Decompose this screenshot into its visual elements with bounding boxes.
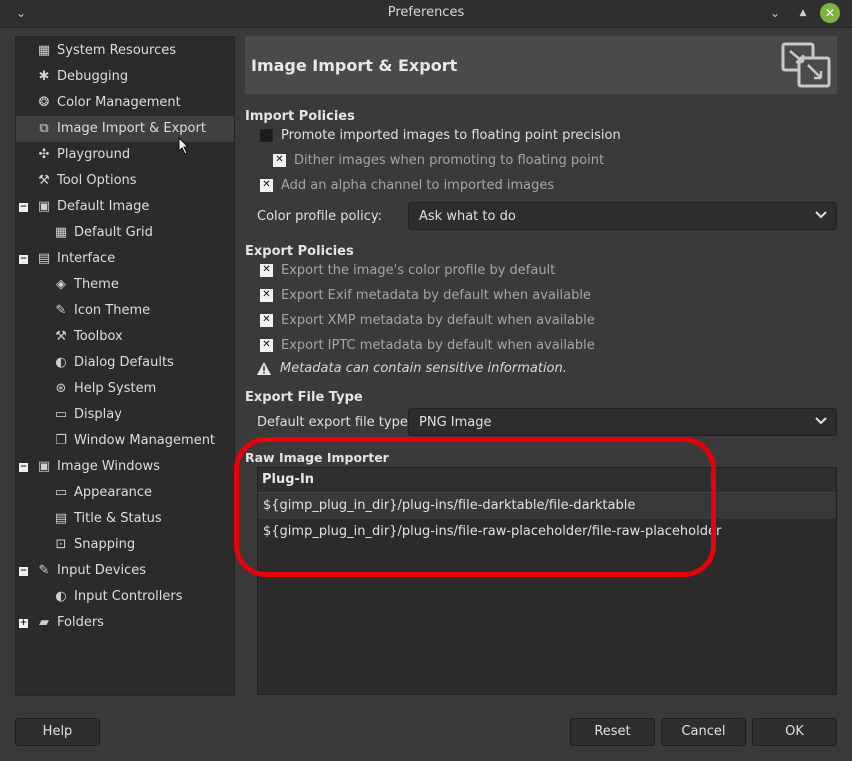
reset-button[interactable]: Reset (570, 718, 655, 746)
warning-icon (257, 362, 271, 375)
sidebar-item-snapping[interactable]: ⊡ Snapping (16, 532, 234, 558)
dither-row[interactable]: Dither images when promoting to floating… (273, 153, 604, 168)
collapse-icon[interactable]: − (19, 255, 28, 264)
sidebar-item-system-resources[interactable]: ▦ System Resources (16, 38, 234, 64)
theme-icon: ◈ (56, 277, 66, 292)
default-export-file-type-select[interactable]: PNG Image (408, 408, 837, 436)
export-exif-row[interactable]: Export Exif metadata by default when ava… (260, 288, 591, 303)
title-bar: ⌄ Preferences ⌄ ▲ ✕ (0, 0, 852, 28)
sidebar-item-dialog-defaults[interactable]: ◐ Dialog Defaults (16, 350, 234, 376)
help-button[interactable]: Help (15, 718, 100, 746)
pinwheel-icon: ✣ (38, 147, 50, 162)
sidebar-item-toolbox[interactable]: ⚒ Toolbox (16, 324, 234, 350)
export-xmp-checkbox[interactable] (260, 313, 273, 327)
tool-options-icon: ⚒ (38, 173, 50, 188)
list-item[interactable]: ${gimp_plug_in_dir}/plug-ins/file-darkta… (258, 493, 836, 519)
chevron-down-icon (815, 417, 827, 425)
sidebar-item-folders[interactable]: + ▰ Folders (16, 610, 234, 636)
appearance-icon: ▭ (54, 485, 68, 500)
image-windows-icon: ▣ (37, 459, 51, 474)
sidebar-item-default-grid[interactable]: ▦ Default Grid (16, 220, 234, 246)
maximize-icon[interactable]: ▲ (794, 4, 812, 22)
expand-icon[interactable]: + (19, 619, 28, 628)
input-controllers-icon: ◐ (55, 589, 67, 604)
collapse-icon[interactable]: − (19, 203, 28, 212)
title-status-icon: ▤ (54, 511, 68, 526)
sidebar-item-help-system[interactable]: ⊛ Help System (16, 376, 234, 402)
sidebar-item-window-management[interactable]: ❐ Window Management (16, 428, 234, 454)
sidebar-item-icon-theme[interactable]: ✎ Icon Theme (16, 298, 234, 324)
sidebar-item-input-controllers[interactable]: ◐ Input Controllers (16, 584, 234, 610)
sidebar-item-theme[interactable]: ◈ Theme (16, 272, 234, 298)
sidebar-item-display[interactable]: ▭ Display (16, 402, 234, 428)
page-header: Image Import & Export (245, 36, 837, 94)
dialog-defaults-icon: ◐ (55, 355, 67, 370)
export-xmp-row[interactable]: Export XMP metadata by default when avai… (260, 313, 595, 328)
lifebuoy-icon: ⊛ (55, 381, 67, 396)
default-image-icon: ▣ (37, 199, 51, 214)
ok-button[interactable]: OK (752, 718, 837, 746)
sidebar-item-debugging[interactable]: ✱ Debugging (16, 64, 234, 90)
export-color-profile-row[interactable]: Export the image's color profile by defa… (260, 263, 555, 278)
window-title: Preferences (387, 5, 465, 20)
grid-icon: ▦ (54, 225, 68, 240)
plug-in-column-header[interactable]: Plug-In (258, 468, 836, 493)
sidebar-item-title-status[interactable]: ▤ Title & Status (16, 506, 234, 532)
sidebar-item-default-image[interactable]: − ▣ Default Image (16, 194, 234, 220)
export-file-type-title: Export File Type (245, 390, 363, 405)
export-exif-checkbox[interactable] (260, 288, 273, 302)
export-iptc-checkbox[interactable] (260, 338, 273, 352)
raw-image-importer-title: Raw Image Importer (245, 450, 389, 465)
raw-importer-list: Plug-In ${gimp_plug_in_dir}/plug-ins/fil… (257, 467, 837, 695)
folders-icon: ▰ (39, 615, 49, 630)
promote-float-checkbox[interactable] (260, 129, 273, 142)
dither-checkbox[interactable] (273, 153, 286, 167)
color-profile-policy-label: Color profile policy: (257, 209, 382, 224)
color-profile-policy-select[interactable]: Ask what to do (408, 202, 837, 230)
close-icon[interactable]: ✕ (820, 3, 840, 23)
minimize-icon[interactable]: ⌄ (766, 4, 784, 22)
cancel-button[interactable]: Cancel (661, 718, 746, 746)
snapping-icon: ⊡ (55, 537, 67, 552)
export-iptc-row[interactable]: Export IPTC metadata by default when ava… (260, 338, 595, 353)
chevron-down-icon (815, 211, 827, 219)
alpha-channel-row[interactable]: Add an alpha channel to imported images (260, 178, 554, 193)
collapse-icon[interactable]: − (19, 463, 28, 472)
sidebar-item-color-management[interactable]: ❂ Color Management (16, 90, 234, 116)
interface-icon: ▤ (37, 251, 51, 266)
icon-theme-icon: ✎ (55, 303, 67, 318)
promote-float-row[interactable]: Promote imported images to floating poin… (260, 128, 621, 143)
sidebar-item-input-devices[interactable]: − ✎ Input Devices (16, 558, 234, 584)
metadata-warning: Metadata can contain sensitive informati… (256, 361, 567, 376)
input-devices-icon: ✎ (38, 563, 50, 578)
toolbox-icon: ⚒ (55, 329, 67, 344)
sidebar-item-appearance[interactable]: ▭ Appearance (16, 480, 234, 506)
bug-icon: ✱ (38, 69, 50, 84)
chip-icon: ▦ (37, 43, 51, 58)
window-management-icon: ❐ (55, 433, 67, 448)
display-icon: ▭ (54, 407, 68, 422)
list-item[interactable]: ${gimp_plug_in_dir}/plug-ins/file-raw-pl… (258, 519, 836, 545)
mouse-cursor-icon (178, 137, 190, 155)
sidebar-item-interface[interactable]: − ▤ Interface (16, 246, 234, 272)
collapse-icon[interactable]: − (19, 567, 28, 576)
export-policies-title: Export Policies (245, 244, 354, 259)
page-title: Image Import & Export (251, 56, 458, 75)
preferences-sidebar: ▦ System Resources ✱ Debugging ❂ Color M… (15, 36, 235, 696)
alpha-channel-checkbox[interactable] (260, 178, 273, 192)
image-import-export-large-icon (781, 42, 831, 88)
image-import-export-icon: ⧉ (39, 121, 49, 136)
export-color-profile-checkbox[interactable] (260, 263, 273, 277)
sidebar-item-image-import-export[interactable]: ⧉ Image Import & Export (16, 116, 234, 142)
sidebar-item-tool-options[interactable]: ⚒ Tool Options (16, 168, 234, 194)
import-policies-title: Import Policies (245, 109, 355, 124)
default-export-file-type-label: Default export file type: (257, 415, 413, 430)
color-circles-icon: ❂ (38, 95, 50, 110)
sidebar-item-image-windows[interactable]: − ▣ Image Windows (16, 454, 234, 480)
sidebar-item-playground[interactable]: ✣ Playground (16, 142, 234, 168)
